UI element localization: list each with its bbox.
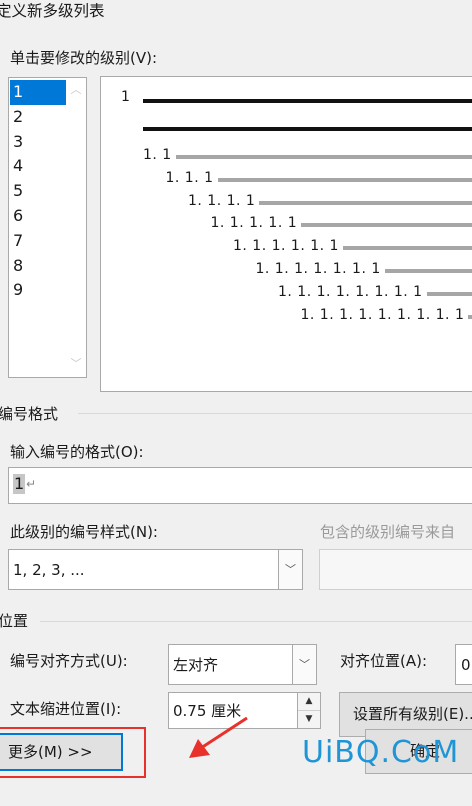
- preview-text-line: [301, 223, 472, 228]
- level-list-label: 单击要修改的级别(V):: [10, 49, 158, 67]
- preview-level-label: 1. 1: [143, 147, 172, 163]
- position-group-label: 位置: [0, 612, 29, 630]
- indent-spinner[interactable]: ▲ ▼: [297, 693, 320, 728]
- watermark-text: UiBQ.CoM: [302, 735, 460, 770]
- preview-text-line: [426, 291, 472, 296]
- preview-text-line: [143, 127, 472, 131]
- scroll-up-icon[interactable]: ︿: [66, 81, 86, 99]
- align-at-input[interactable]: 0: [455, 644, 472, 685]
- preview-text-line: [259, 200, 472, 205]
- preview-text-line: [384, 269, 472, 273]
- position-divider: [40, 621, 472, 622]
- dialog-title: 定义新多级列表: [0, 2, 105, 20]
- format-number-field: 1: [13, 474, 26, 494]
- preview-level-label: 1. 1. 1. 1. 1. 1: [233, 238, 339, 255]
- indent-label: 文本缩进位置(I):: [10, 700, 122, 718]
- preview-text-line: [175, 155, 472, 159]
- number-style-select[interactable]: 1, 2, 3, ... ﹀: [8, 549, 303, 590]
- spin-down-icon[interactable]: ▼: [298, 710, 320, 728]
- chevron-down-icon[interactable]: ﹀: [292, 645, 316, 684]
- preview-text-line: [217, 177, 472, 182]
- level-item-8[interactable]: 8: [10, 254, 66, 279]
- level-items: 123456789: [10, 80, 66, 303]
- align-label: 编号对齐方式(U):: [10, 652, 128, 670]
- preview-level-label: 1. 1. 1. 1. 1: [210, 215, 298, 232]
- level-item-5[interactable]: 5: [10, 179, 66, 204]
- level-item-4[interactable]: 4: [10, 154, 66, 179]
- preview-level-label: 1. 1. 1. 1. 1. 1. 1. 1. 1: [300, 306, 465, 323]
- level-item-3[interactable]: 3: [10, 130, 66, 155]
- preview-text-line: [468, 314, 472, 319]
- format-label: 输入编号的格式(O):: [10, 443, 144, 461]
- preview-level-label: 1. 1. 1: [165, 169, 214, 186]
- level-item-7[interactable]: 7: [10, 229, 66, 254]
- align-at-label: 对齐位置(A):: [340, 652, 428, 670]
- include-level-select[interactable]: [319, 549, 472, 590]
- preview-level-label: 1: [121, 89, 131, 105]
- number-format-divider: [78, 413, 472, 414]
- preview-level-label: 1. 1. 1. 1. 1. 1. 1: [255, 261, 381, 277]
- align-at-value: 0: [461, 656, 471, 674]
- level-list[interactable]: 123456789 ︿ ﹀: [8, 77, 87, 378]
- level-list-scrollbar[interactable]: ︿ ﹀: [66, 78, 86, 377]
- preview-text-line: [143, 99, 472, 103]
- number-style-value: 1, 2, 3, ...: [13, 561, 85, 579]
- style-label: 此级别的编号样式(N):: [10, 523, 158, 541]
- preview-text-line: [342, 246, 472, 251]
- highlight-box: [0, 727, 146, 778]
- number-format-input[interactable]: 1 ↵: [8, 467, 472, 504]
- spin-up-icon[interactable]: ▲: [298, 693, 320, 711]
- level-item-9[interactable]: 9: [10, 278, 66, 303]
- annotation-arrow-icon: [189, 716, 248, 758]
- preview-level-label: 1. 1. 1. 1: [188, 192, 256, 209]
- include-level-label: 包含的级别编号来自: [320, 523, 456, 541]
- level-item-2[interactable]: 2: [10, 105, 66, 130]
- level-item-1[interactable]: 1: [10, 80, 66, 105]
- scroll-down-icon[interactable]: ﹀: [66, 355, 86, 373]
- list-preview: 1 1. 1 1. 1. 1 1. 1. 1. 1 1. 1. 1. 1. 1 1. 1.…: [100, 76, 472, 392]
- number-format-group-label: 编号格式: [0, 405, 59, 423]
- alignment-select[interactable]: 左对齐 ﹀: [168, 644, 317, 685]
- chevron-down-icon[interactable]: ﹀: [278, 550, 302, 589]
- paragraph-mark-icon: ↵: [26, 477, 37, 491]
- level-item-6[interactable]: 6: [10, 204, 66, 229]
- alignment-value: 左对齐: [173, 656, 219, 674]
- preview-level-label: 1. 1. 1. 1. 1. 1. 1. 1: [278, 283, 423, 300]
